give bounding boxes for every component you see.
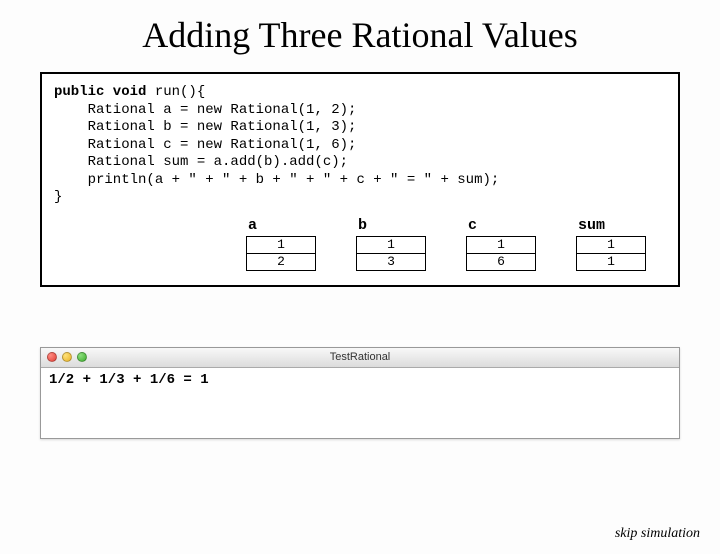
var-den: 6	[466, 253, 536, 271]
close-icon[interactable]	[47, 352, 57, 362]
var-num: 1	[356, 236, 426, 254]
slide-title: Adding Three Rational Values	[0, 14, 720, 56]
code-text: Rational c = new Rational(1, 6);	[54, 137, 356, 153]
code-text: Rational a = new Rational(1, 2);	[54, 102, 356, 118]
minimize-icon[interactable]	[62, 352, 72, 362]
code-text: run(){	[146, 84, 205, 100]
code-text: Rational sum = a.add(b).add(c);	[54, 154, 348, 170]
console-titlebar: TestRational	[41, 348, 679, 368]
var-label: sum	[578, 217, 605, 234]
code-text: println(a + " + " + b + " + " + c + " = …	[54, 172, 499, 188]
var-c: c 1 6	[466, 217, 536, 271]
console-window: TestRational 1/2 + 1/3 + 1/6 = 1	[40, 347, 680, 439]
console-output: 1/2 + 1/3 + 1/6 = 1	[41, 368, 679, 438]
var-label: c	[468, 217, 477, 234]
console-title: TestRational	[41, 351, 679, 363]
var-a: a 1 2	[246, 217, 316, 271]
var-den: 3	[356, 253, 426, 271]
code-listing: public void run(){ Rational a = new Rati…	[54, 84, 666, 207]
var-den: 1	[576, 253, 646, 271]
var-num: 1	[466, 236, 536, 254]
code-box: public void run(){ Rational a = new Rati…	[40, 72, 680, 287]
code-text: }	[54, 189, 62, 205]
var-num: 1	[246, 236, 316, 254]
var-label: a	[248, 217, 257, 234]
variable-row: a 1 2 b 1 3 c 1 6 sum 1 1	[54, 217, 666, 271]
var-b: b 1 3	[356, 217, 426, 271]
var-sum: sum 1 1	[576, 217, 646, 271]
keyword: public void	[54, 84, 146, 100]
var-label: b	[358, 217, 367, 234]
var-den: 2	[246, 253, 316, 271]
code-text: Rational b = new Rational(1, 3);	[54, 119, 356, 135]
maximize-icon[interactable]	[77, 352, 87, 362]
var-num: 1	[576, 236, 646, 254]
